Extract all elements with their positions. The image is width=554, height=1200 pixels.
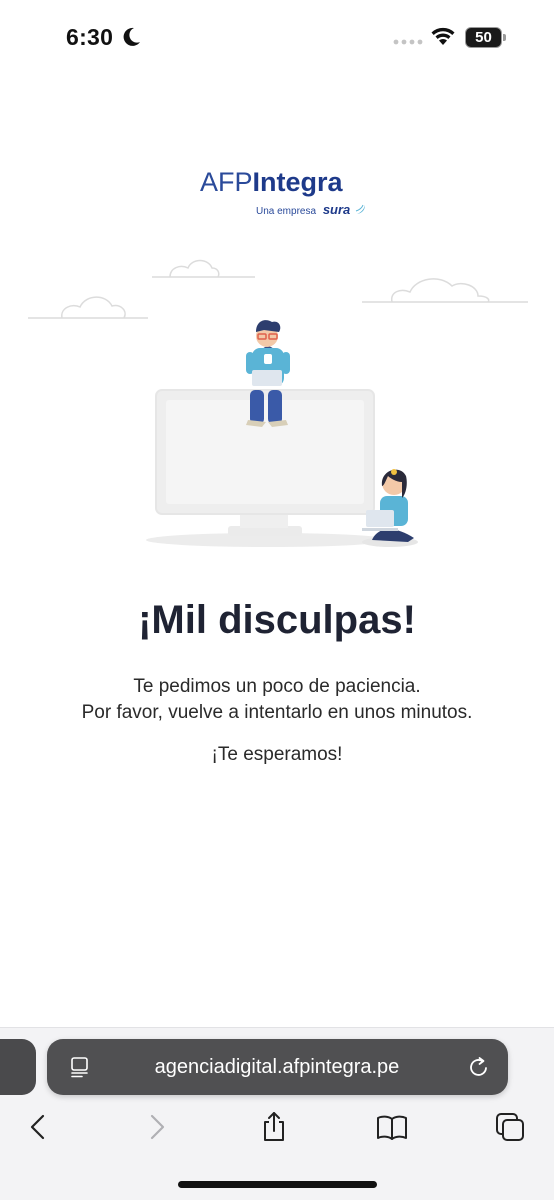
share-icon (264, 1112, 284, 1141)
forward-icon (150, 1114, 165, 1140)
logo-wordmark: AFPIntegra (200, 166, 360, 198)
logo-tagline-text: Una empresa (256, 206, 317, 217)
battery-level: 50 (475, 29, 492, 46)
logo-sura: sura (322, 202, 351, 217)
previous-tab-peek[interactable] (0, 1039, 36, 1095)
url-text[interactable]: agenciadigital.afpintegra.pe (107, 1039, 447, 1095)
share-button[interactable] (256, 1109, 292, 1145)
message-line-1: Te pedimos un poco de paciencia. (133, 676, 421, 697)
page-title: ¡Mil disculpas! (138, 598, 416, 642)
bookmarks-button[interactable] (374, 1109, 410, 1145)
back-button[interactable] (20, 1109, 56, 1145)
bookmarks-icon (377, 1115, 407, 1140)
back-icon (30, 1114, 45, 1140)
moon-icon (123, 27, 140, 46)
cloud-illustration (28, 259, 528, 319)
home-indicator[interactable] (178, 1181, 377, 1188)
message-line-2: Por favor, vuelve a intentarlo en unos m… (81, 702, 473, 723)
battery-cap (503, 34, 506, 41)
message-body: Te pedimos un poco de paciencia. Por fav… (0, 674, 554, 726)
logo-afp: AFP (200, 167, 253, 197)
maintenance-illustration (28, 259, 528, 547)
logo-integra: Integra (252, 167, 343, 197)
status-bar: 6:30 50 (0, 0, 554, 76)
message-closing: ¡Te esperamos! (211, 744, 343, 765)
forward-button[interactable] (139, 1109, 175, 1145)
status-time: 6:30 (66, 24, 114, 50)
address-bar[interactable]: agenciadigital.afpintegra.pe (47, 1039, 508, 1095)
reload-icon[interactable] (467, 1055, 491, 1079)
sura-icon (355, 204, 366, 214)
afp-integra-logo: AFPIntegra Una empresa sura (200, 166, 366, 226)
reader-mode-icon[interactable] (69, 1056, 91, 1078)
tabs-icon (496, 1113, 524, 1141)
battery-icon: 50 (465, 27, 507, 48)
wifi-icon (431, 27, 455, 45)
logo-tagline: Una empresa sura (256, 202, 367, 217)
tabs-button[interactable] (492, 1109, 528, 1145)
signal-dots-icon (393, 39, 423, 45)
